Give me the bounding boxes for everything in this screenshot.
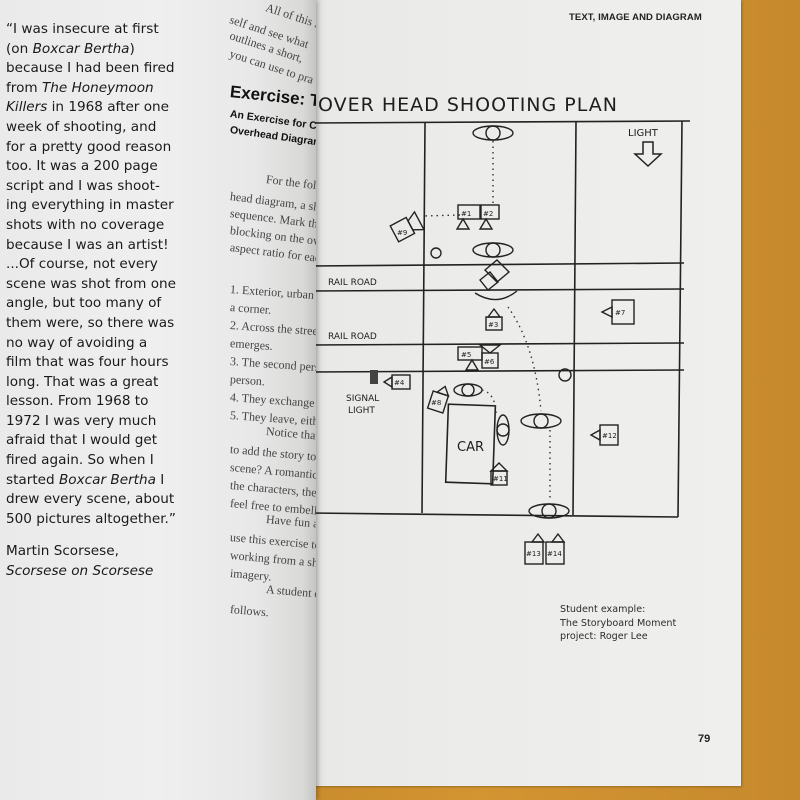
signal-light-icon bbox=[370, 370, 378, 384]
svg-text:#12: #12 bbox=[602, 432, 617, 440]
quote-line: from The Honeymoon bbox=[6, 79, 154, 96]
quote-line: week of shooting, and bbox=[6, 118, 157, 135]
actor-b-1 bbox=[453, 383, 483, 397]
quote-line: because I was an artist! bbox=[6, 236, 169, 253]
quote-line: 1972 I was very much bbox=[6, 412, 157, 429]
svg-text:#2: #2 bbox=[483, 210, 493, 218]
quote-line: film that was four hours bbox=[6, 354, 169, 371]
quote-line: shots with no coverage bbox=[6, 216, 165, 233]
quote-line: scene was shot from one bbox=[6, 275, 176, 292]
grid-row-2 bbox=[310, 369, 685, 373]
camera-9 bbox=[389, 210, 426, 243]
quote-attribution: Martin Scorsese, Scorsese on Scorsese bbox=[6, 541, 216, 581]
caption-line: The Storyboard Moment bbox=[560, 617, 677, 629]
svg-text:#8: #8 bbox=[431, 399, 441, 407]
path-b bbox=[481, 389, 497, 414]
quote-line: for a pretty good reason bbox=[6, 138, 172, 155]
quote-line: ...Of course, not every bbox=[6, 256, 158, 273]
grid-col-1 bbox=[421, 122, 426, 514]
svg-text:#14: #14 bbox=[547, 550, 562, 558]
quote-line: angle, but too many of bbox=[6, 295, 162, 312]
grid-bottom bbox=[310, 512, 679, 518]
quote-line: afraid that I would get bbox=[6, 432, 158, 449]
quote-line: 500 pictures altogether.” bbox=[6, 510, 176, 527]
svg-text:#11: #11 bbox=[493, 475, 508, 483]
actor-a-3 bbox=[520, 413, 562, 429]
rail-road-label-2: RAIL ROAD bbox=[328, 332, 377, 342]
car-label: CAR bbox=[457, 440, 484, 455]
quote-line: ing everything in master bbox=[6, 197, 174, 214]
caption-line: Student example: bbox=[560, 604, 646, 615]
italic-title: Boxcar Bertha bbox=[32, 40, 130, 57]
signal-label: SIGNAL bbox=[346, 394, 379, 404]
page-number: 79 bbox=[698, 733, 711, 745]
quote-line: lesson. From 1968 to bbox=[6, 393, 149, 410]
curl-paragraph-line: For the follo bbox=[265, 172, 316, 194]
svg-text:#1: #1 bbox=[461, 210, 471, 218]
svg-text:#9: #9 bbox=[397, 229, 407, 237]
diagram-title: OVER HEAD SHOOTING PLAN bbox=[318, 94, 618, 116]
svg-text:#6: #6 bbox=[484, 358, 495, 366]
scorsese-quote: “I was insecure at first (on Boxcar Berth… bbox=[6, 20, 216, 529]
grid-col-3 bbox=[677, 120, 683, 518]
path-a-2 bbox=[507, 306, 542, 412]
quote-line: because I had been fired bbox=[6, 60, 175, 77]
curl-list-item: emerges. bbox=[229, 336, 274, 353]
quote-line: too. It was a 200 page bbox=[6, 158, 158, 175]
light-label: LIGHT bbox=[628, 128, 659, 139]
svg-text:#7: #7 bbox=[615, 309, 625, 317]
rail-road-label-1: RAIL ROAD bbox=[328, 278, 377, 288]
quote-line: them were, so there was bbox=[6, 314, 175, 331]
path-camera-9 bbox=[421, 214, 461, 217]
quote-line: fired again. So when I bbox=[6, 452, 154, 469]
running-head: TEXT, IMAGE AND DIAGRAM bbox=[569, 12, 702, 23]
svg-text:#4: #4 bbox=[394, 379, 405, 387]
actor-a-2 bbox=[472, 242, 514, 258]
svg-text:#3: #3 bbox=[488, 321, 498, 329]
grid-col-2 bbox=[572, 121, 577, 516]
italic-title: Boxcar Bertha bbox=[58, 471, 156, 488]
camera-number-labels: #1 #2 #3 #4 #5 #6 #7 #8 #9 #11 #12 #13 #… bbox=[394, 210, 625, 558]
grid-rail-1 bbox=[310, 288, 685, 292]
grid-row-1 bbox=[310, 262, 685, 267]
quote-line: (on Boxcar Bertha) bbox=[6, 40, 135, 57]
turn-arc bbox=[474, 290, 518, 301]
curl-paragraph-line: follows. bbox=[229, 602, 270, 620]
curl-paragraph-line: Notice that th bbox=[265, 424, 316, 444]
curl-list-item: a corner. bbox=[229, 300, 272, 317]
attribution-book: Scorsese on Scorsese bbox=[6, 563, 154, 579]
overhead-shooting-plan-diagram: OVER HEAD SHOOTING PLAN LIGHT RAIL ROAD … bbox=[310, 94, 690, 565]
quote-line: “I was insecure at first bbox=[6, 21, 159, 37]
caption-line: project: Roger Lee bbox=[560, 631, 648, 642]
curled-page-text: All of this is foself and see whatoutlin… bbox=[226, 0, 316, 800]
figure-caption: Student example: The Storyboard Moment p… bbox=[560, 603, 676, 644]
svg-text:#5: #5 bbox=[461, 351, 471, 359]
quote-line: Killers in 1968 after one bbox=[6, 99, 170, 116]
quote-line: script and I was shoot- bbox=[6, 177, 160, 194]
curl-paragraph-line: A student exa bbox=[265, 582, 316, 602]
actor-marks bbox=[430, 125, 572, 519]
curl-paragraph-line: Have fun and bbox=[265, 512, 316, 532]
curl-list-item: person. bbox=[229, 372, 266, 389]
quote-line: long. That was a great bbox=[6, 373, 159, 390]
prop-circle-1 bbox=[430, 247, 442, 259]
actor-a-1 bbox=[472, 125, 514, 141]
grid-top bbox=[310, 120, 690, 124]
camera-13-14 bbox=[524, 532, 566, 565]
attribution-name: Martin Scorsese, bbox=[6, 543, 119, 559]
actor-b-2 bbox=[496, 414, 510, 446]
curl-list-item: 4. They exchange bbox=[229, 390, 316, 410]
quote-line: drew every scene, about bbox=[6, 491, 175, 508]
svg-text:#13: #13 bbox=[526, 550, 541, 558]
quote-line: no way of avoiding a bbox=[6, 334, 148, 351]
quote-line: started Boxcar Bertha I bbox=[6, 471, 165, 488]
grid-lines bbox=[310, 120, 690, 518]
signal-light-label: LIGHT bbox=[348, 406, 375, 416]
light-direction-arrow-icon bbox=[633, 141, 663, 168]
italic-title: Killers bbox=[6, 99, 48, 116]
italic-title: The Honeymoon bbox=[41, 79, 154, 96]
